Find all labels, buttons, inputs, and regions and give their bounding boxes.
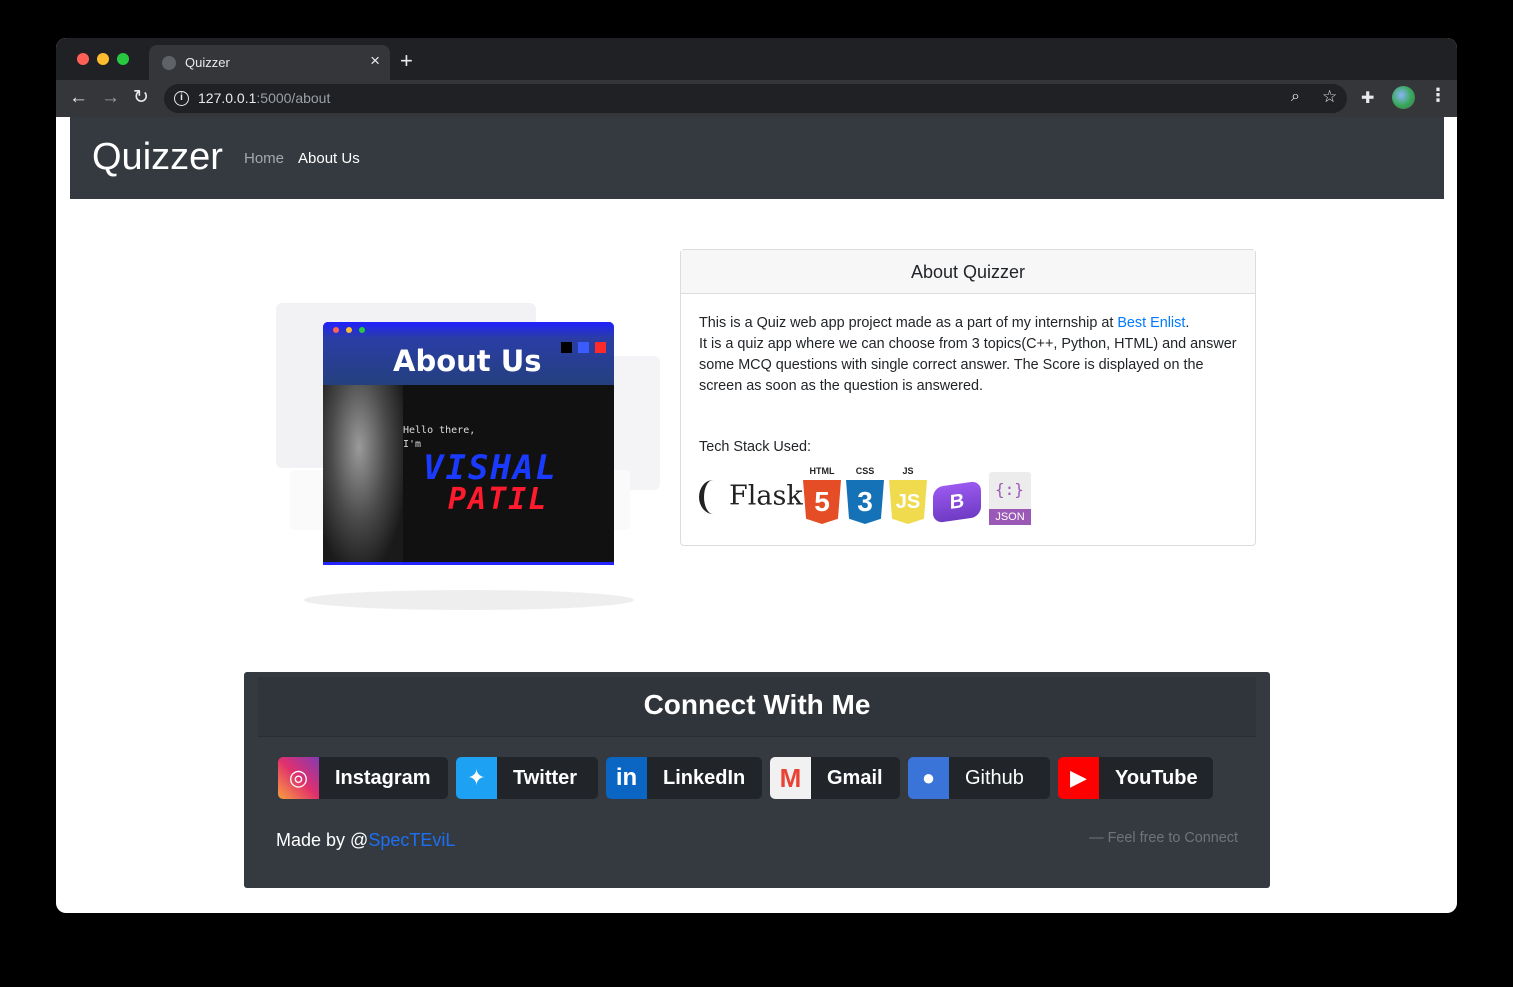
square-icon	[578, 342, 589, 353]
hero-frame: About Us Hello there, I'm VISHAL PATIL	[323, 322, 614, 565]
connect-tagline: — Feel free to Connect	[1089, 830, 1238, 846]
new-tab-button[interactable]: +	[400, 50, 413, 72]
instagram-icon: ◎	[278, 757, 319, 799]
nav-link-home[interactable]: Home	[244, 150, 284, 167]
globe-icon	[162, 56, 176, 70]
flask-icon: Flask	[699, 480, 803, 514]
youtube-icon: ▶	[1058, 757, 1099, 799]
github-icon: ●	[908, 757, 949, 799]
twitter-icon: ✦	[456, 757, 497, 799]
best-enlist-link[interactable]: Best Enlist	[1117, 315, 1185, 331]
json-label: JSON	[989, 509, 1031, 525]
about-card-header: About Quizzer	[681, 250, 1255, 294]
flask-horn-icon	[699, 480, 727, 514]
browser-toolbar: ← → ↻ i 127.0.0.1:5000/about ⌕ ☆ ✚ ⋮	[56, 80, 1457, 117]
url-host: 127.0.0.1	[198, 90, 257, 106]
bootstrap-icon: B	[933, 480, 981, 524]
profile-avatar[interactable]	[1392, 86, 1415, 109]
made-by-prefix: Made by @	[276, 830, 369, 850]
tab-title: Quizzer	[185, 55, 230, 70]
hero-title: About Us	[393, 344, 542, 378]
url-text[interactable]: 127.0.0.1:5000/about	[198, 90, 330, 106]
html5-badge: 5	[803, 480, 841, 524]
close-window-button[interactable]	[77, 53, 89, 65]
zoom-icon[interactable]: ⌕	[1291, 88, 1300, 106]
youtube-button[interactable]: ▶ YouTube	[1058, 757, 1213, 799]
instagram-button[interactable]: ◎ Instagram	[278, 757, 448, 799]
portrait-photo	[323, 385, 403, 562]
intro-suffix: .	[1185, 315, 1190, 331]
reload-icon[interactable]: ↻	[133, 87, 149, 109]
twitter-label: Twitter	[513, 767, 578, 789]
gmail-icon: M	[770, 757, 811, 799]
description-text: It is a quiz app where we can choose fro…	[699, 336, 1237, 394]
about-card-body: This is a Quiz web app project made as a…	[699, 313, 1239, 397]
window-dot-icon	[333, 327, 339, 333]
bookmark-star-icon[interactable]: ☆	[1322, 87, 1337, 107]
title-bar: Quizzer × +	[56, 38, 1457, 80]
twitter-button[interactable]: ✦ Twitter	[456, 757, 598, 799]
window-dot-icon	[359, 327, 365, 333]
intro-text: This is a Quiz web app project made as a…	[699, 315, 1118, 331]
connect-section: Connect With Me ◎ Instagram ✦ Twitter in…	[244, 672, 1270, 888]
nav-link-about[interactable]: About Us	[298, 150, 360, 167]
address-bar[interactable]: i 127.0.0.1:5000/about ⌕ ☆	[164, 84, 1347, 113]
css3-badge: 3	[846, 480, 884, 524]
tech-stack-label: Tech Stack Used:	[699, 439, 811, 455]
javascript-badge: JS	[889, 480, 927, 524]
json-brace: {:}	[995, 480, 1024, 499]
linkedin-icon: in	[606, 757, 647, 799]
hero-name-last: PATIL	[448, 482, 549, 517]
gmail-button[interactable]: M Gmail	[770, 757, 900, 799]
gmail-label: Gmail	[827, 767, 883, 789]
drop-shadow	[304, 590, 634, 610]
about-hero-illustration: About Us Hello there, I'm VISHAL PATIL	[276, 300, 661, 614]
author-link[interactable]: SpecTEviL	[368, 830, 455, 850]
window-dot-icon	[346, 327, 352, 333]
kebab-menu-icon[interactable]: ⋮	[1429, 85, 1447, 106]
instagram-label: Instagram	[335, 767, 431, 789]
connect-header: Connect With Me	[258, 677, 1256, 737]
site-navbar: Quizzer Home About Us	[70, 117, 1444, 199]
forward-arrow-icon[interactable]: →	[101, 87, 120, 109]
connect-title: Connect With Me	[643, 689, 871, 720]
json-icon: {:} JSON	[989, 472, 1031, 525]
extensions-puzzle-icon[interactable]: ✚	[1361, 88, 1374, 108]
info-icon[interactable]: i	[174, 91, 189, 106]
css3-label: CSS	[855, 466, 875, 476]
navbar-brand[interactable]: Quizzer	[92, 136, 223, 179]
square-icon	[561, 342, 572, 353]
about-card: About Quizzer This is a Quiz web app pro…	[680, 249, 1256, 546]
made-by-text: Made by @SpecTEviL	[276, 830, 455, 851]
flask-label: Flask	[729, 480, 803, 512]
close-tab-icon[interactable]: ×	[370, 52, 380, 70]
minimize-window-button[interactable]	[97, 53, 109, 65]
square-icon	[595, 342, 606, 353]
browser-window: Quizzer × + ← → ↻ i 127.0.0.1:5000/about…	[56, 38, 1457, 913]
tech-stack-logos: Flask HTML 5 CSS 3 JS JS B {:} JSON	[699, 466, 1039, 527]
javascript-label: JS	[902, 466, 914, 476]
github-button[interactable]: ● Github	[908, 757, 1050, 799]
youtube-label: YouTube	[1115, 767, 1198, 789]
linkedin-button[interactable]: in LinkedIn	[606, 757, 762, 799]
back-arrow-icon[interactable]: ←	[69, 87, 88, 109]
github-label: Github	[965, 767, 1024, 789]
html5-label: HTML	[809, 466, 835, 476]
maximize-window-button[interactable]	[117, 53, 129, 65]
url-path: :5000/about	[256, 90, 331, 106]
browser-tab[interactable]: Quizzer ×	[149, 45, 390, 80]
hero-frame-header: About Us	[323, 322, 614, 385]
greeting-line: Hello there,	[403, 425, 476, 436]
linkedin-label: LinkedIn	[663, 767, 746, 789]
